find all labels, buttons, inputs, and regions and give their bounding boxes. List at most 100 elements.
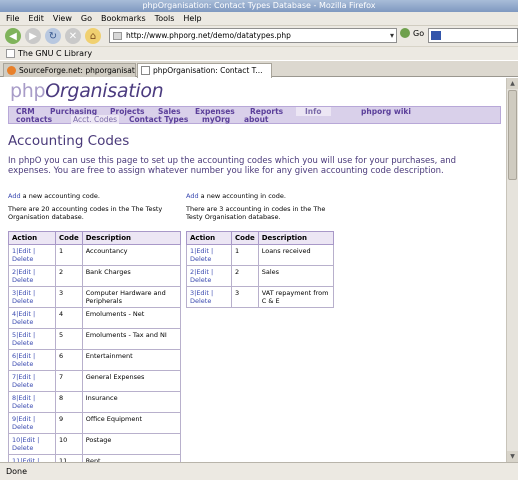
table-row: 3|Edit | Delete 3 Computer Hardware and Pe…	[8, 286, 182, 308]
row-action-links[interactable]: 1|Edit | Delete	[8, 244, 56, 266]
menu-edit[interactable]: Edit	[28, 14, 44, 23]
scroll-down-icon[interactable]: ▼	[507, 451, 518, 462]
column-header-description: Description	[81, 231, 182, 245]
site-submenu-row: contacts Acct. Codes Contact Types myOrg…	[9, 115, 500, 124]
in-code-count-text: There are 3 accounting in codes in the T…	[186, 205, 326, 221]
site-logo: phpOrganisation	[10, 80, 164, 102]
row-description: Loans received	[257, 244, 335, 266]
row-action-links[interactable]: 6|Edit | Delete	[8, 349, 56, 371]
table-row: 7|Edit | Delete 7 General Expenses	[8, 370, 182, 392]
row-code: 1	[231, 244, 259, 266]
subnav-acct-codes[interactable]: Acct. Codes	[71, 115, 120, 124]
row-action-links[interactable]: 2|Edit | Delete	[186, 265, 232, 287]
menu-bookmarks[interactable]: Bookmarks	[101, 14, 146, 23]
row-action-links[interactable]: 7|Edit | Delete	[8, 370, 56, 392]
table-row: 9|Edit | Delete 9 Office Equipment	[8, 412, 182, 434]
row-description: Insurance	[81, 391, 182, 413]
row-code: 9	[55, 412, 83, 434]
menu-view[interactable]: View	[53, 14, 72, 23]
add-in-code-text: a new accounting in code.	[198, 192, 286, 200]
row-code: 10	[55, 433, 83, 455]
intro-text: In phpO you can use this page to set up …	[8, 156, 457, 176]
search-engine-icon[interactable]	[431, 31, 441, 40]
column-header-description: Description	[257, 231, 335, 245]
row-code: 4	[55, 307, 83, 329]
tab-label: SourceForge.net: phporganisatio...	[19, 66, 136, 75]
logo-organisation: Organisation	[45, 80, 164, 102]
table-row: 2|Edit | Delete 2 Sales	[186, 265, 335, 287]
tab-sourceforge[interactable]: SourceForge.net: phporganisatio...	[3, 63, 136, 77]
logo-php: php	[10, 80, 46, 102]
row-code: 2	[55, 265, 83, 287]
back-arrow-icon[interactable]: ◀	[5, 28, 21, 44]
column-header-action: Action	[186, 231, 232, 245]
scrollbar-thumb[interactable]	[508, 90, 517, 180]
row-action-links[interactable]: 9|Edit | Delete	[8, 412, 56, 434]
search-input[interactable]	[428, 28, 518, 43]
subnav-about[interactable]: about	[244, 115, 269, 124]
row-action-links[interactable]: 5|Edit | Delete	[8, 328, 56, 350]
status-bar: Done	[0, 462, 518, 480]
row-action-links[interactable]: 11|Edit | Delete	[8, 454, 56, 462]
code-count-text: There are 20 accounting codes in the The…	[8, 205, 163, 221]
vertical-scrollbar[interactable]: ▲ ▼	[506, 78, 518, 462]
row-action-links[interactable]: 3|Edit | Delete	[186, 286, 232, 308]
go-icon	[400, 28, 410, 38]
row-action-links[interactable]: 3|Edit | Delete	[8, 286, 56, 308]
row-code: 7	[55, 370, 83, 392]
scroll-up-icon[interactable]: ▲	[507, 78, 518, 89]
menu-file[interactable]: File	[6, 14, 19, 23]
add-code-line: Add a new accounting code.	[8, 192, 100, 200]
row-description: VAT repayment from C & E	[257, 286, 335, 308]
row-action-links[interactable]: 8|Edit | Delete	[8, 391, 56, 413]
page-favicon-icon	[113, 32, 122, 40]
accounting-codes-table: Action Code Description 1|Edit | Delete 1…	[8, 231, 182, 462]
bookmark-gnu-c-library[interactable]: The GNU C Library	[18, 49, 92, 58]
tab-bar: SourceForge.net: phporganisatio... phpOr…	[0, 61, 518, 78]
column-header-action: Action	[8, 231, 56, 245]
row-description: Rent	[81, 454, 182, 462]
row-description: Accountancy	[81, 244, 182, 266]
row-action-links[interactable]: 1|Edit | Delete	[186, 244, 232, 266]
subnav-contact-types[interactable]: Contact Types	[129, 115, 188, 124]
bookmarks-toolbar: The GNU C Library	[0, 46, 518, 60]
row-description: Computer Hardware and Peripherals	[81, 286, 182, 308]
table-row: 11|Edit | Delete11Rent	[8, 454, 182, 462]
menu-go[interactable]: Go	[81, 14, 92, 23]
menu-tools[interactable]: Tools	[155, 14, 175, 23]
add-in-code-link[interactable]: Add	[186, 192, 199, 200]
go-label: Go	[413, 28, 425, 38]
add-code-text: a new accounting code.	[20, 192, 100, 200]
tab-label: phpOrganisation: Contact T...	[153, 66, 263, 75]
reload-icon[interactable]: ↻	[45, 28, 61, 44]
subnav-contacts[interactable]: contacts	[16, 115, 52, 124]
table-row: 3|Edit | Delete 3 VAT repayment from C & E	[186, 286, 335, 308]
row-description: Office Equipment	[81, 412, 182, 434]
row-action-links[interactable]: 2|Edit | Delete	[8, 265, 56, 287]
add-code-link[interactable]: Add	[8, 192, 21, 200]
row-description: Sales	[257, 265, 335, 287]
table-row: 1|Edit | Delete 1 Accountancy	[8, 244, 182, 266]
row-code: 6	[55, 349, 83, 371]
subnav-myorg[interactable]: myOrg	[202, 115, 230, 124]
url-dropdown-icon[interactable]: ▾	[390, 31, 394, 40]
url-bar[interactable]: http://www.phporg.net/demo/datatypes.php…	[109, 28, 397, 43]
home-icon[interactable]: ⌂	[85, 28, 101, 44]
table-row: 10|Edit | Delete 10 Postage	[8, 433, 182, 455]
forward-arrow-icon[interactable]: ▶	[25, 28, 41, 44]
column-header-code: Code	[231, 231, 259, 245]
site-menu: CRM Purchasing Projects Sales Expenses R…	[8, 106, 501, 124]
row-description: Emoluments - Tax and NI	[81, 328, 182, 350]
column-header-code: Code	[55, 231, 83, 245]
row-action-links[interactable]: 10|Edit | Delete	[8, 433, 56, 455]
row-code: 11	[55, 454, 83, 462]
row-action-links[interactable]: 4|Edit | Delete	[8, 307, 56, 329]
page-content: phpOrganisation CRM Purchasing Projects …	[0, 78, 506, 462]
go-button[interactable]: Go	[400, 28, 424, 38]
tab-phporganisation[interactable]: phpOrganisation: Contact T...	[137, 63, 272, 78]
table-row: 1|Edit | Delete 1 Loans received	[186, 244, 335, 266]
stop-icon[interactable]: ✕	[65, 28, 81, 44]
menubar: File Edit View Go Bookmarks Tools Help	[0, 12, 518, 26]
menu-help[interactable]: Help	[183, 14, 201, 23]
url-text: http://www.phporg.net/demo/datatypes.php	[126, 31, 291, 40]
